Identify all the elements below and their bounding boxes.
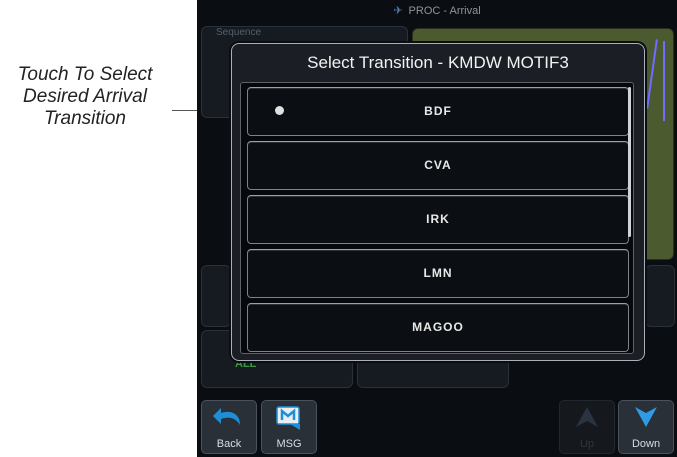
dialog-title: Select Transition - KMDW MOTIF3 (307, 53, 569, 72)
down-button[interactable]: Down (618, 400, 674, 454)
bg-panel-right (645, 265, 675, 327)
message-icon (262, 405, 316, 440)
transition-item-lmn[interactable]: LMN (247, 249, 629, 298)
page-title: PROC - Arrival (408, 5, 481, 17)
back-arrow-icon (202, 405, 256, 438)
callout-annotation: Touch To Select Desired Arrival Transiti… (17, 64, 153, 129)
device-screen: ✈ PROC - Arrival Sequence ALL Select Tran… (197, 0, 677, 457)
up-button[interactable]: Up (559, 400, 615, 454)
back-button[interactable]: Back (201, 400, 257, 454)
transition-item-irk[interactable]: IRK (247, 195, 629, 244)
title-bar: ✈ PROC - Arrival (197, 0, 677, 22)
back-button-label: Back (216, 438, 242, 450)
transition-item-cva[interactable]: CVA (247, 141, 629, 190)
bg-panel-left (201, 265, 231, 327)
up-button-label: Up (579, 438, 595, 450)
msg-button[interactable]: MSG (261, 400, 317, 454)
transition-item-magoo[interactable]: MAGOO (247, 303, 629, 352)
bg-sequence-label: Sequence (216, 27, 262, 38)
select-transition-dialog: Select Transition - KMDW MOTIF3 BDF CVA … (231, 43, 645, 361)
transition-item-bdf[interactable]: BDF (247, 87, 629, 136)
up-arrow-icon (560, 405, 614, 436)
list-scrollbar[interactable] (628, 87, 631, 237)
bg-route-line (646, 39, 658, 109)
bg-route-line (663, 41, 665, 121)
down-button-label: Down (631, 438, 661, 450)
transition-list[interactable]: BDF CVA IRK LMN MAGOO (240, 82, 634, 354)
down-arrow-icon (619, 405, 673, 436)
airplane-icon: ✈ (393, 5, 403, 17)
callout-pointer-dot (275, 106, 284, 115)
msg-button-label: MSG (276, 438, 302, 450)
